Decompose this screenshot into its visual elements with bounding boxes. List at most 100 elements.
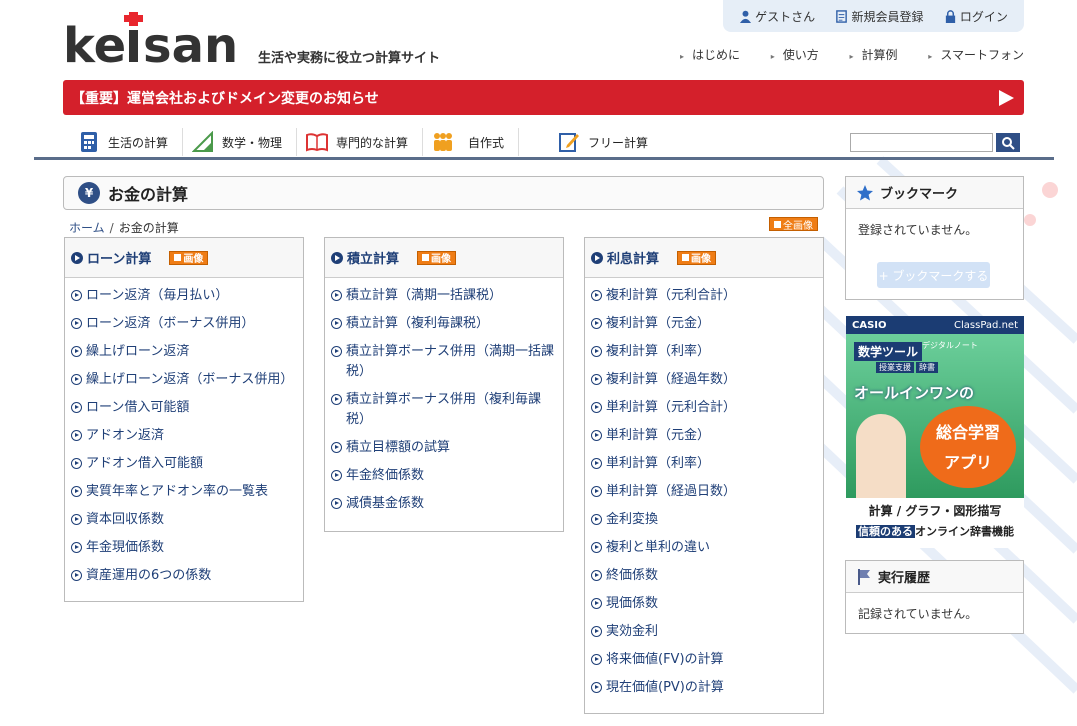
play-circle-icon <box>591 251 603 264</box>
nav-intro[interactable]: はじめに <box>680 46 740 63</box>
site-logo[interactable]: ke san <box>63 6 243 66</box>
add-bookmark-button[interactable]: + ブックマークする <box>877 262 990 288</box>
list-item[interactable]: 単利計算（元利合計） <box>591 398 823 418</box>
nav-howto[interactable]: 使い方 <box>771 46 819 63</box>
list-item-label: 実質年率とアドオン率の一覧表 <box>86 484 269 499</box>
bullet-arrow-icon <box>591 570 602 581</box>
image-toggle[interactable]: 画像 <box>677 250 717 265</box>
list-item[interactable]: 積立目標額の試算 <box>331 438 563 458</box>
cat-pro[interactable]: 専門的な計算 <box>306 128 424 156</box>
list-item[interactable]: アドオン返済 <box>71 426 303 446</box>
list-item[interactable]: 複利計算（元金） <box>591 314 823 334</box>
bullet-arrow-icon <box>331 318 342 329</box>
list-item[interactable]: 金利変換 <box>591 510 823 530</box>
list-item-label: ローン返済（ボーナス併用） <box>86 316 255 331</box>
list-item[interactable]: 資本回収係数 <box>71 510 303 530</box>
bullet-arrow-icon <box>331 470 342 481</box>
guest-user[interactable]: ゲストさん <box>739 8 815 25</box>
list-item-label: 単利計算（元金） <box>606 428 711 443</box>
list-item-label: ローン返済（毎月払い） <box>86 288 229 303</box>
panel-title[interactable]: ローン計算 <box>87 248 151 267</box>
cat-math[interactable]: 数学・物理 <box>192 128 298 156</box>
ad-banner[interactable]: CASIO ClassPad.net 数学ツール デジタルノート 授業支援 辞書… <box>846 316 1024 548</box>
image-toggle[interactable]: 画像 <box>169 250 209 265</box>
list-item[interactable]: 単利計算（元金） <box>591 426 823 446</box>
bullet-arrow-icon <box>71 430 82 441</box>
list-item[interactable]: 繰上げローン返済（ボーナス併用） <box>71 370 303 390</box>
list-item-label: 複利計算（経過年数） <box>606 372 737 387</box>
list-item[interactable]: 複利計算（経過年数） <box>591 370 823 390</box>
cat-life-label: 生活の計算 <box>108 135 169 150</box>
list-item[interactable]: 終価係数 <box>591 566 823 586</box>
notice-banner[interactable]: 【重要】運営会社およびドメイン変更のお知らせ <box>63 80 1024 115</box>
play-circle-icon <box>71 251 83 264</box>
search-icon <box>1002 136 1015 150</box>
all-image-toggle[interactable]: 全画像 <box>769 217 818 232</box>
list-item[interactable]: 複利と単利の違い <box>591 538 823 558</box>
list-item[interactable]: 積立計算（複利毎課税） <box>331 314 563 334</box>
guest-label: ゲストさん <box>755 9 816 24</box>
list-item[interactable]: ローン借入可能額 <box>71 398 303 418</box>
bullet-arrow-icon <box>591 346 602 357</box>
bullet-arrow-icon <box>331 346 342 357</box>
list-item[interactable]: 年金現価係数 <box>71 538 303 558</box>
list-item-label: アドオン返済 <box>86 428 165 443</box>
breadcrumb-sep: / <box>109 221 114 235</box>
bullet-arrow-icon <box>71 458 82 469</box>
list-item[interactable]: 現価係数 <box>591 594 823 614</box>
list-item[interactable]: 複利計算（利率） <box>591 342 823 362</box>
list-item[interactable]: 単利計算（経過日数） <box>591 482 823 502</box>
list-item[interactable]: 年金終価係数 <box>331 466 563 486</box>
user-icon <box>740 10 752 23</box>
image-label: 画像 <box>691 254 712 265</box>
bullet-arrow-icon <box>591 682 602 693</box>
list-item[interactable]: 実質年率とアドオン率の一覧表 <box>71 482 303 502</box>
list-item[interactable]: 単利計算（利率） <box>591 454 823 474</box>
list-item[interactable]: ローン返済（毎月払い） <box>71 286 303 306</box>
cat-life[interactable]: 生活の計算 <box>78 128 184 156</box>
list-item[interactable]: 複利計算（元利合計） <box>591 286 823 306</box>
cat-free[interactable]: フリー計算 <box>558 128 662 156</box>
list-item[interactable]: ローン返済（ボーナス併用） <box>71 314 303 334</box>
search-input[interactable] <box>850 133 993 152</box>
breadcrumb-home[interactable]: ホーム <box>69 221 105 235</box>
panel-title[interactable]: 利息計算 <box>607 248 659 267</box>
checkbox-icon <box>774 220 781 228</box>
ad-brand: CASIO <box>852 319 887 331</box>
search-button[interactable] <box>996 133 1020 152</box>
list-item-label: 資本回収係数 <box>86 512 165 527</box>
list-item[interactable]: 積立計算ボーナス併用（満期一括課税） <box>331 342 563 382</box>
cat-custom-label: 自作式 <box>468 135 505 150</box>
login-link[interactable]: ログイン <box>944 8 1008 25</box>
list-item[interactable]: 将来価値(FV)の計算 <box>591 650 823 670</box>
breadcrumb-current: お金の計算 <box>118 221 179 235</box>
list-item[interactable]: 現在価値(PV)の計算 <box>591 678 823 698</box>
cat-custom[interactable]: 自作式 <box>432 128 520 156</box>
list-item[interactable]: 積立計算（満期一括課税） <box>331 286 563 306</box>
link-list: 複利計算（元利合計） 複利計算（元金） 複利計算（利率） 複利計算（経過年数） 単利計算… <box>585 278 823 698</box>
nav-smartphone[interactable]: スマートフォン <box>928 46 1024 63</box>
list-item-label: 積立計算ボーナス併用（複利毎課税） <box>346 392 542 427</box>
list-item-label: 複利と単利の違い <box>606 540 711 555</box>
bullet-arrow-icon <box>591 458 602 469</box>
nav-examples[interactable]: 計算例 <box>850 46 898 63</box>
bullet-arrow-icon <box>331 290 342 301</box>
register-link[interactable]: 新規会員登録 <box>835 8 924 25</box>
image-toggle[interactable]: 画像 <box>417 250 457 265</box>
bullet-arrow-icon <box>331 498 342 509</box>
bullet-arrow-icon <box>71 570 82 581</box>
ad-line6b: オンライン辞書機能 <box>915 525 1014 538</box>
bookmark-title: ブックマーク <box>880 187 959 202</box>
list-item[interactable]: 資産運用の6つの係数 <box>71 566 303 586</box>
bullet-arrow-icon <box>591 654 602 665</box>
panel-title[interactable]: 積立計算 <box>347 248 399 267</box>
list-item-label: 単利計算（元利合計） <box>606 400 737 415</box>
list-item-label: アドオン借入可能額 <box>86 456 204 471</box>
top-nav: はじめに 使い方 計算例 スマートフォン <box>680 46 1024 63</box>
list-item[interactable]: アドオン借入可能額 <box>71 454 303 474</box>
list-item[interactable]: 実効金利 <box>591 622 823 642</box>
list-item[interactable]: 積立計算ボーナス併用（複利毎課税） <box>331 390 563 430</box>
ad-line6a: 信頼のある <box>856 525 915 538</box>
list-item[interactable]: 繰上げローン返済 <box>71 342 303 362</box>
list-item[interactable]: 減債基金係数 <box>331 494 563 514</box>
